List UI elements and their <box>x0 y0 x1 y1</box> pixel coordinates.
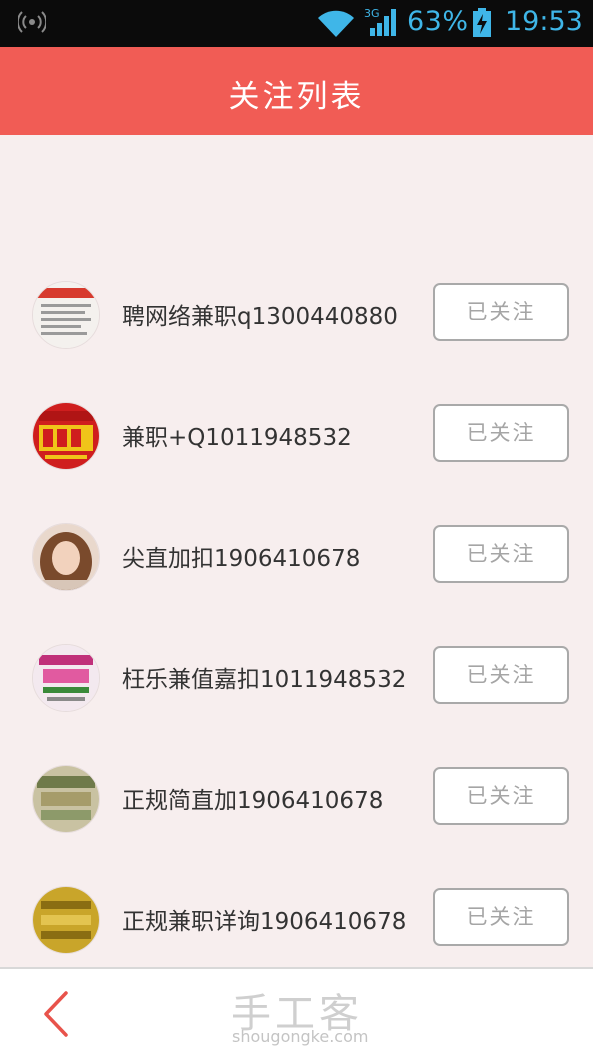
followed-button[interactable]: 已关注 <box>433 888 569 946</box>
avatar[interactable] <box>32 523 100 591</box>
header-bar: 关注列表 <box>0 47 593 135</box>
followed-button[interactable]: 已关注 <box>433 646 569 704</box>
user-name: 正规简直加1906410678 <box>122 788 384 814</box>
followed-button[interactable]: 已关注 <box>433 283 569 341</box>
list-item[interactable]: 枉乐兼值嘉扣1011948532 已关注 <box>0 616 593 737</box>
user-name: 尖直加扣1906410678 <box>122 546 361 572</box>
followed-button[interactable]: 已关注 <box>433 767 569 825</box>
avatar[interactable] <box>32 765 100 833</box>
page-title: 关注列表 <box>228 79 365 115</box>
avatar[interactable] <box>32 644 100 712</box>
follow-list: 聘网络兼职q1300440880 已关注 兼职+Q1011948532 已关注 <box>0 253 593 979</box>
list-item[interactable]: 兼职+Q1011948532 已关注 <box>0 374 593 495</box>
network-type-label: 3G <box>364 7 380 20</box>
avatar[interactable] <box>32 886 100 954</box>
battery-charging-icon <box>473 8 491 37</box>
avatar[interactable] <box>32 402 100 470</box>
user-name: 聘网络兼职q1300440880 <box>122 304 398 330</box>
bottom-bar: 手工客 shougongke.com <box>0 967 593 1057</box>
list-item[interactable]: 聘网络兼职q1300440880 已关注 <box>0 253 593 374</box>
watermark-url: shougongke.com <box>232 1027 369 1046</box>
signal-broadcast-icon <box>18 11 46 33</box>
list-item[interactable]: 正规简直加1906410678 已关注 <box>0 737 593 858</box>
status-bar: 3G 63% 19:53 <box>0 0 593 47</box>
followed-button[interactable]: 已关注 <box>433 404 569 462</box>
back-arrow-icon[interactable] <box>38 989 78 1039</box>
avatar[interactable] <box>32 281 100 349</box>
followed-button[interactable]: 已关注 <box>433 525 569 583</box>
battery-percent: 63% <box>407 6 469 37</box>
user-name: 正规兼职详询1906410678 <box>122 909 407 935</box>
clock: 19:53 <box>505 6 583 37</box>
list-item[interactable]: 正规兼职详询1906410678 已关注 <box>0 858 593 979</box>
wifi-icon <box>318 10 354 37</box>
user-name: 枉乐兼值嘉扣1011948532 <box>122 667 407 693</box>
user-name: 兼职+Q1011948532 <box>122 425 352 451</box>
cellular-signal-icon: 3G <box>364 7 396 36</box>
list-item[interactable]: 尖直加扣1906410678 已关注 <box>0 495 593 616</box>
